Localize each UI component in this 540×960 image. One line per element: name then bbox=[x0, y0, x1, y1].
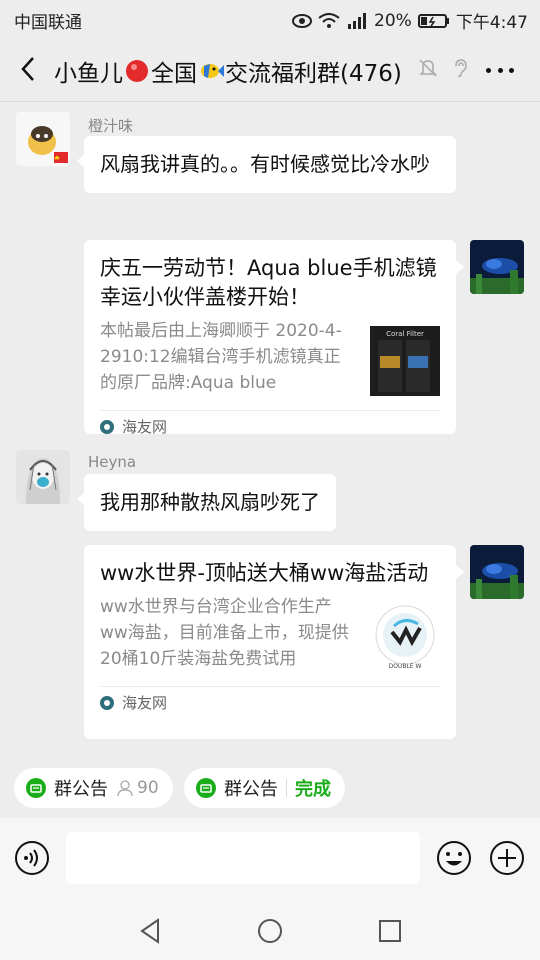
link-card[interactable]: ww水世界-顶帖送大桶ww海盐活动 ww水世界与台湾企业合作生产ww海盐，目前准… bbox=[84, 545, 464, 739]
voice-icon[interactable] bbox=[14, 840, 50, 876]
sender-name: 橙汁味 bbox=[88, 117, 134, 135]
plus-icon[interactable] bbox=[489, 840, 525, 876]
card-title: 庆五一劳动节！Aqua blue手机滤镜幸运小伙伴盖楼开始！ bbox=[100, 256, 437, 309]
battery-icon bbox=[417, 13, 450, 29]
back-button[interactable] bbox=[14, 54, 42, 84]
message-bubble[interactable]: 我用那种散热风扇吵死了 bbox=[77, 474, 336, 531]
svg-text:Coral Filter: Coral Filter bbox=[386, 330, 424, 338]
red-circle-icon bbox=[126, 60, 148, 82]
dot-icon bbox=[509, 67, 514, 73]
avatar[interactable] bbox=[16, 112, 70, 166]
title-part-2: 全国 bbox=[151, 61, 197, 87]
eye-icon bbox=[292, 13, 313, 28]
message-bubble[interactable]: 风扇我讲真的。。有时候感觉比冷水吵 bbox=[77, 136, 456, 193]
member-count: 90 bbox=[116, 778, 159, 798]
chip-label: 群公告 bbox=[224, 779, 278, 800]
status-bar: 中国联通 20% 下午4:47 bbox=[0, 0, 540, 36]
tropical-fish-icon bbox=[201, 64, 224, 78]
self-avatar[interactable] bbox=[470, 240, 524, 294]
quick-chips-bar: 群公告 90 群公告 完成 bbox=[0, 756, 540, 818]
source-name: 海友网 bbox=[122, 694, 168, 712]
source-logo-icon bbox=[100, 695, 114, 710]
person-icon bbox=[117, 780, 133, 797]
group-title: 小鱼儿 全国 交流福利群(476) bbox=[54, 54, 402, 88]
card-thumbnail: DOUBLE W bbox=[370, 602, 440, 672]
nav-recents-icon[interactable] bbox=[375, 916, 405, 946]
self-avatar[interactable] bbox=[470, 545, 524, 599]
title-part-1: 小鱼儿 bbox=[54, 61, 123, 87]
chevron-left-icon bbox=[21, 57, 34, 81]
carrier-label: 中国联通 bbox=[14, 13, 82, 33]
mute-bell-icon bbox=[419, 59, 437, 77]
avatar[interactable] bbox=[16, 450, 70, 504]
avatar-image bbox=[16, 450, 70, 504]
notice-icon bbox=[26, 778, 46, 798]
system-nav-bar bbox=[0, 902, 540, 960]
notice-icon bbox=[196, 778, 216, 798]
card-thumbnail: Coral Filter bbox=[370, 326, 440, 396]
signal-icon bbox=[346, 12, 368, 29]
card-description: 本帖最后由上海卿顺于 2020-4-2910:12编辑台湾手机滤镜真正的原厂品牌… bbox=[100, 321, 342, 393]
card-source: 海友网 bbox=[100, 410, 440, 442]
group-notice-done-chip[interactable]: 群公告 完成 bbox=[184, 768, 345, 808]
chip-label: 群公告 bbox=[54, 779, 108, 800]
title-part-3: 交流福利群(476) bbox=[225, 61, 402, 87]
nav-home-icon[interactable] bbox=[255, 916, 285, 946]
source-name: 海友网 bbox=[122, 418, 168, 436]
input-bar bbox=[0, 818, 540, 902]
sender-name: Heyna bbox=[88, 453, 137, 471]
group-notice-chip[interactable]: 群公告 90 bbox=[14, 768, 173, 808]
card-source: 海友网 bbox=[100, 686, 440, 718]
link-card[interactable]: 庆五一劳动节！Aqua blue手机滤镜幸运小伙伴盖楼开始！ 本帖最后由上海卿顺… bbox=[84, 240, 464, 436]
svg-text:DOUBLE W: DOUBLE W bbox=[389, 663, 422, 670]
chat-header: 小鱼儿 全国 交流福利群(476) bbox=[0, 36, 540, 102]
wifi-icon bbox=[318, 12, 340, 29]
source-logo-icon bbox=[100, 419, 114, 434]
card-description: ww水世界与台湾企业合作生产ww海盐，目前准备上市，现提供20桶10斤装海盐免费… bbox=[100, 597, 349, 669]
dot-icon bbox=[497, 67, 503, 73]
avatar-image bbox=[470, 240, 524, 294]
divider bbox=[286, 779, 287, 797]
card-title: ww水世界-顶帖送大桶ww海盐活动 bbox=[100, 561, 429, 585]
more-button[interactable] bbox=[486, 58, 514, 82]
dot-icon bbox=[486, 67, 491, 73]
battery-percent: 20% bbox=[374, 10, 412, 31]
done-button[interactable]: 完成 bbox=[295, 775, 331, 801]
nav-back-icon[interactable] bbox=[136, 916, 166, 946]
message-input[interactable] bbox=[66, 832, 420, 884]
avatar-image bbox=[470, 545, 524, 599]
clock: 下午4:47 bbox=[455, 13, 528, 33]
emoji-icon[interactable] bbox=[436, 840, 472, 876]
ear-icon bbox=[455, 59, 467, 78]
avatar-image bbox=[16, 112, 70, 166]
